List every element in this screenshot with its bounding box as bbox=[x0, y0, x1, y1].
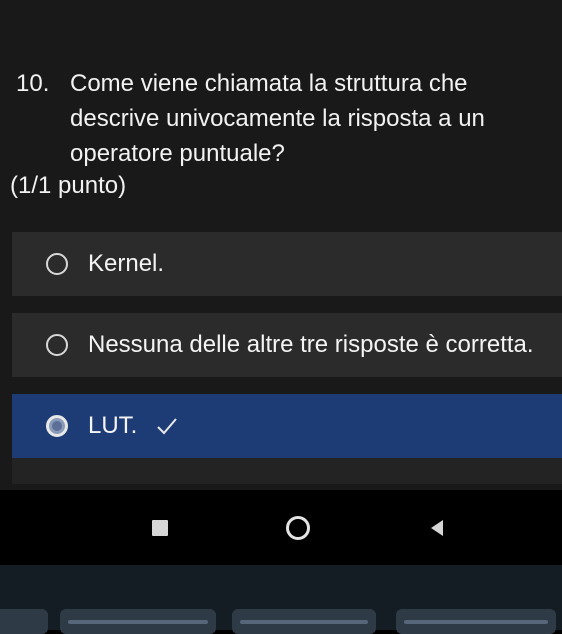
radio-button-selected-icon[interactable] bbox=[46, 415, 68, 437]
question-line-3: operatore puntuale? bbox=[70, 140, 285, 167]
radio-button-icon[interactable] bbox=[46, 253, 68, 275]
points-label: (1/1 punto) bbox=[10, 172, 127, 199]
quiz-screen: 10. Come viene chiamata la struttura che … bbox=[0, 0, 562, 490]
option-divider bbox=[12, 458, 562, 484]
thumbnail-bar bbox=[404, 620, 548, 624]
back-triangle-icon bbox=[431, 519, 443, 536]
app-thumbnail[interactable] bbox=[0, 609, 48, 634]
back-button[interactable] bbox=[418, 490, 458, 565]
option-kernel[interactable]: Kernel. bbox=[12, 232, 562, 296]
background-dock bbox=[0, 565, 562, 634]
option-label: Nessuna delle altre tre risposte è corre… bbox=[88, 331, 534, 358]
question-text: 10. Come viene chiamata la struttura che … bbox=[16, 66, 556, 171]
option-lut[interactable]: LUT. bbox=[12, 394, 562, 458]
radio-button-icon[interactable] bbox=[46, 334, 68, 356]
question-number: 10. bbox=[16, 70, 50, 97]
thumbnail-bar bbox=[240, 620, 368, 624]
recents-square-icon bbox=[152, 519, 168, 536]
option-nessuna[interactable]: Nessuna delle altre tre risposte è corre… bbox=[12, 313, 562, 377]
home-button[interactable] bbox=[276, 490, 320, 565]
question-line-2: descrive univocamente la risposta a un bbox=[70, 105, 485, 132]
question-line-1-text: Come viene chiamata la struttura che bbox=[70, 70, 468, 97]
app-thumbnail[interactable] bbox=[232, 609, 376, 634]
app-thumbnail[interactable] bbox=[60, 609, 216, 634]
thumbnail-bar bbox=[68, 620, 208, 624]
option-label: LUT. bbox=[88, 412, 138, 439]
android-navigation-bar bbox=[0, 490, 562, 565]
home-circle-icon bbox=[286, 515, 310, 540]
question-line-1: 10. Come viene chiamata la struttura che bbox=[16, 66, 556, 101]
app-thumbnail[interactable] bbox=[396, 609, 556, 634]
recents-button[interactable] bbox=[140, 490, 180, 565]
option-label: Kernel. bbox=[88, 250, 165, 277]
checkmark-icon bbox=[157, 418, 177, 435]
